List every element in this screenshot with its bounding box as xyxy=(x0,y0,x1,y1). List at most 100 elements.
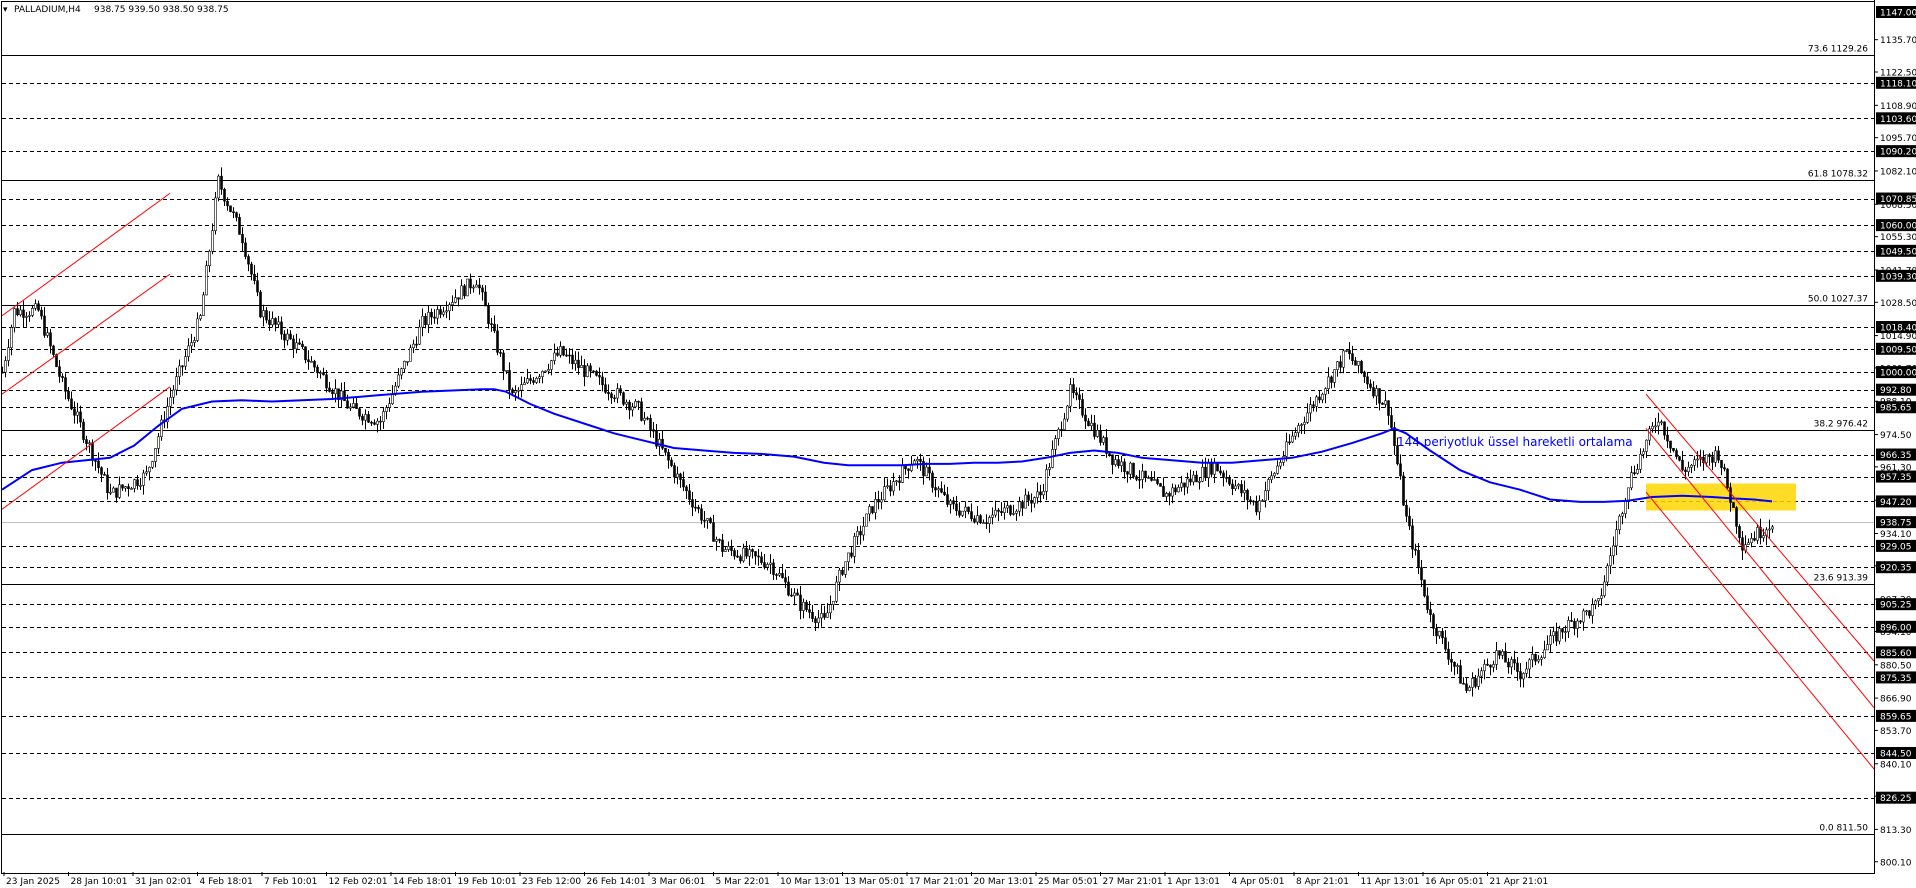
candle-body xyxy=(991,514,994,518)
candle-body xyxy=(1645,439,1648,452)
candle-body xyxy=(1246,489,1249,501)
candle-body xyxy=(541,371,544,377)
candle-body xyxy=(1594,600,1597,605)
price-tick-label: 1055.30 xyxy=(1880,233,1916,243)
candle-body xyxy=(52,345,55,355)
candle-body xyxy=(94,460,97,462)
candle-body xyxy=(1255,501,1258,513)
candle-body xyxy=(1135,476,1138,480)
candle-body xyxy=(97,460,100,468)
candle-body xyxy=(1012,513,1015,515)
candle-body xyxy=(1585,610,1588,613)
candle-body xyxy=(1720,459,1723,468)
candle-body xyxy=(688,490,691,500)
time-tick-label: 19 Feb 10:01 xyxy=(458,877,517,887)
price-chart[interactable]: 73.6 1129.26 61.8 1078.32 50.0 1027.37 38.2… xyxy=(0,0,1916,888)
candle-body xyxy=(859,531,862,536)
candle-body xyxy=(562,346,565,356)
candle-body xyxy=(1450,659,1453,663)
candle-body xyxy=(46,332,49,336)
candle-body xyxy=(1756,527,1759,541)
candle-body xyxy=(1300,424,1303,426)
candle-body xyxy=(1162,486,1165,497)
candle-body xyxy=(19,309,22,316)
candle-body xyxy=(580,365,583,368)
candle-body xyxy=(331,391,334,395)
candle-body xyxy=(1327,376,1330,389)
candle-body xyxy=(1345,350,1348,352)
candle-body xyxy=(1156,479,1159,484)
candle-body xyxy=(1231,483,1234,489)
candle-body xyxy=(361,415,364,421)
candle-body xyxy=(454,297,457,303)
candle-body xyxy=(199,315,202,320)
candle-body xyxy=(1642,451,1645,455)
candle-body xyxy=(1726,468,1729,488)
candlestick xyxy=(205,260,208,296)
candle-body xyxy=(208,250,211,267)
candle-body xyxy=(226,200,229,207)
candle-body xyxy=(1297,425,1300,433)
price-marker-label: 1018.40 xyxy=(1880,324,1916,334)
price-tick-label: 1082.10 xyxy=(1880,167,1916,177)
time-tick-label: 23 Feb 12:00 xyxy=(522,877,581,887)
candle-body xyxy=(1264,490,1267,501)
candle-body xyxy=(1366,376,1369,385)
candle-body xyxy=(193,340,196,343)
candle-body xyxy=(298,342,301,345)
candle-body xyxy=(823,613,826,618)
price-tick-label: 880.50 xyxy=(1880,661,1912,671)
candle-body xyxy=(1486,663,1489,666)
candle-body xyxy=(1126,471,1129,475)
candle-body xyxy=(1633,472,1636,474)
price-tick-label: 866.90 xyxy=(1880,695,1912,705)
candle-body xyxy=(1738,526,1741,538)
candle-body xyxy=(961,510,964,516)
candle-body xyxy=(760,556,763,563)
candle-body xyxy=(427,311,430,325)
header-arrow-icon[interactable]: ▾ xyxy=(3,5,8,15)
candle-body xyxy=(994,509,997,516)
candle-body xyxy=(883,486,886,501)
candle-body xyxy=(1432,614,1435,629)
price-marker-label: 1060.00 xyxy=(1880,222,1916,232)
candle-body xyxy=(871,506,874,513)
candle-body xyxy=(1483,663,1486,672)
candle-body xyxy=(1558,628,1561,642)
candle-body xyxy=(862,525,865,536)
price-tick-label: 853.70 xyxy=(1880,727,1912,737)
candle-body xyxy=(949,500,952,505)
price-marker-label: 885.60 xyxy=(1880,649,1912,659)
candle-body xyxy=(448,304,451,312)
candle-body xyxy=(265,310,268,321)
candle-body xyxy=(1615,529,1618,547)
candle-body xyxy=(1267,479,1270,491)
candle-body xyxy=(634,400,637,408)
candle-body xyxy=(1555,631,1558,642)
candle-body xyxy=(1069,384,1072,407)
fib-level-label: 50.0 1027.37 xyxy=(1808,295,1868,305)
candle-body xyxy=(865,513,868,527)
candle-body xyxy=(775,574,778,576)
candle-body xyxy=(727,546,730,550)
candle-body xyxy=(1207,462,1210,479)
candle-body xyxy=(646,417,649,420)
candle-body xyxy=(409,347,412,362)
candle-body xyxy=(709,518,712,523)
candle-body xyxy=(1063,418,1066,430)
candle-body xyxy=(706,518,709,521)
candle-body xyxy=(238,217,241,235)
candle-body xyxy=(691,499,694,508)
candle-body xyxy=(1150,477,1153,481)
candle-body xyxy=(421,315,424,328)
candle-body xyxy=(937,488,940,491)
candle-body xyxy=(703,519,706,522)
candle-body xyxy=(79,411,82,423)
fib-level-label: 61.8 1078.32 xyxy=(1808,170,1868,180)
candle-body xyxy=(397,374,400,387)
candle-body xyxy=(100,467,103,475)
candle-body xyxy=(889,485,892,492)
candle-body xyxy=(1696,458,1699,461)
candle-body xyxy=(1066,405,1069,420)
candle-body xyxy=(1381,402,1384,405)
